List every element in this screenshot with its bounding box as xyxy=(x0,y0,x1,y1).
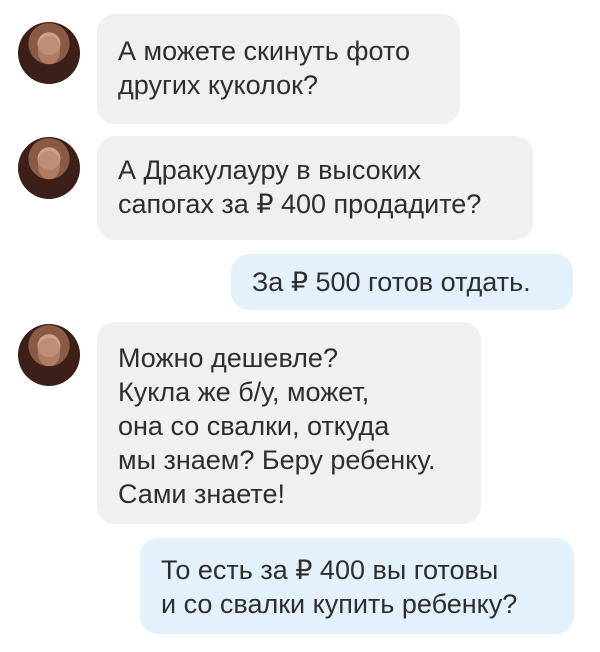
contact-avatar[interactable] xyxy=(18,137,80,199)
message-bubble-incoming[interactable]: Можно дешевле? Кукла же б/у, может, она … xyxy=(97,322,481,524)
contact-avatar[interactable] xyxy=(18,22,80,84)
message-bubble-outgoing[interactable]: За ₽ 500 готов отдать. xyxy=(231,254,573,310)
message-bubble-incoming[interactable]: А Дракулауру в высоких сапогах за ₽ 400 … xyxy=(97,136,533,240)
chat-thread: А можете скинуть фото других куколок? А … xyxy=(0,0,600,652)
contact-avatar[interactable] xyxy=(18,324,80,386)
message-bubble-incoming[interactable]: А можете скинуть фото других куколок? xyxy=(97,14,460,124)
message-bubble-outgoing[interactable]: То есть за ₽ 400 вы готовы и со свалки к… xyxy=(140,538,574,634)
